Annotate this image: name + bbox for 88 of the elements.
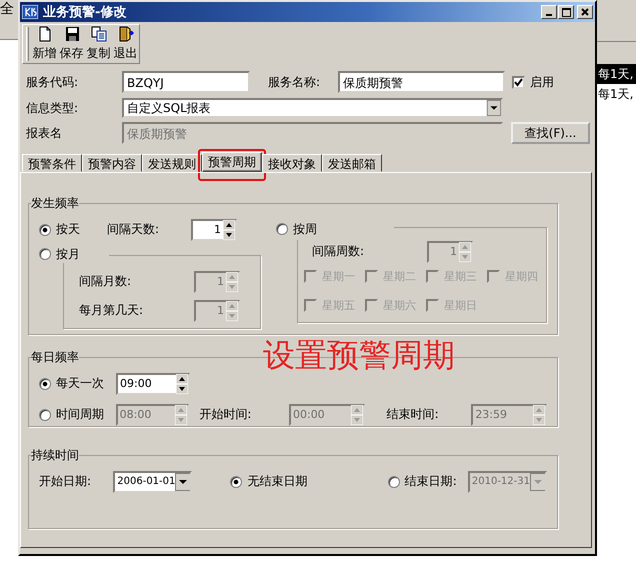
dropdown-field[interactable]: 自定义SQL报表 (122, 98, 503, 118)
down-arrow-icon (226, 310, 238, 320)
tab[interactable]: 接收对象 (262, 154, 322, 172)
minimize-button[interactable] (541, 5, 557, 19)
find-button[interactable]: 查找(F)... (511, 122, 590, 144)
radio-button[interactable] (39, 224, 51, 236)
checkbox-label: 启用 (530, 74, 554, 90)
up-arrow-icon (459, 242, 471, 252)
field-label: 间隔周数: (312, 243, 366, 260)
close-icon (581, 8, 589, 16)
down-arrow-icon (350, 414, 363, 424)
radio-button[interactable] (276, 223, 288, 235)
down-arrow-icon (176, 384, 188, 394)
radio-label: 按天 (56, 221, 80, 238)
dropdown-arrow-icon (175, 472, 190, 490)
tab[interactable]: 预警周期 (202, 152, 262, 172)
text-field: 保质期预警 (122, 122, 503, 144)
spin-field[interactable]: 1 (191, 218, 237, 240)
radio-label: 每天一次 (56, 375, 104, 392)
radio-button[interactable] (39, 378, 51, 390)
checkbox-label: 星期一 (322, 269, 355, 284)
radio-label: 时间周期 (56, 406, 104, 423)
checkbox-label: 星期二 (383, 269, 416, 284)
toolbar-button[interactable]: 复制 (85, 26, 112, 62)
tab[interactable]: 发送邮箱 (322, 154, 382, 172)
up-arrow-icon (350, 404, 363, 414)
group-title: 持续时间 (31, 447, 79, 464)
tab[interactable]: 发送规则 (142, 154, 202, 172)
list-row[interactable]: 每1天, (597, 64, 636, 84)
radio-label: 结束日期: (404, 473, 457, 490)
toolbar-button[interactable]: 保存 (58, 26, 85, 62)
annotation-text: 设置预警周期 (263, 335, 455, 375)
maximize-button[interactable] (558, 5, 574, 19)
tab[interactable]: 预警条件 (22, 154, 82, 172)
list-row[interactable]: 每1天, (597, 84, 636, 104)
checkbox-label: 星期三 (444, 269, 477, 284)
field-label: 结束时间: (386, 406, 440, 423)
down-arrow-icon (459, 252, 471, 262)
field-label: 信息类型: (26, 100, 80, 116)
toolbar-grip (26, 27, 29, 61)
text-field[interactable]: 保质期预警 (338, 71, 505, 93)
checkbox[interactable] (512, 76, 525, 88)
group-title: 发生频率 (31, 195, 79, 212)
down-arrow-icon (223, 230, 235, 240)
field-label: 服务名称: (268, 74, 322, 90)
checkmark-icon (514, 78, 523, 86)
field-label: 服务代码: (26, 74, 80, 90)
field-label: 开始日期: (39, 473, 92, 490)
maximize-icon (562, 8, 570, 16)
checkbox-label: 星期六 (383, 298, 416, 313)
up-arrow-icon (223, 220, 235, 230)
down-arrow-icon (533, 414, 545, 424)
down-arrow-icon (175, 414, 188, 424)
window-title: 业务预警-修改 (43, 4, 128, 21)
up-arrow-icon (226, 272, 238, 282)
toolbar-button[interactable]: 新增 (31, 26, 58, 62)
radio-button[interactable] (39, 248, 51, 260)
checkbox-label: 星期日 (444, 298, 477, 313)
field-label: 报表名 (26, 124, 63, 142)
corner-label: 全 (0, 0, 15, 18)
group-title: 每日频率 (31, 349, 79, 366)
door-arrow-icon (118, 26, 134, 42)
tab[interactable]: 预警内容 (82, 154, 142, 172)
down-arrow-icon (226, 282, 238, 292)
up-arrow-icon (176, 374, 188, 384)
app-logo-icon (22, 5, 38, 19)
field-label: 开始时间: (199, 406, 252, 423)
dropdown-field[interactable]: 2006-01-01 (113, 470, 192, 492)
checkbox-label: 星期五 (322, 298, 355, 313)
radio-label: 按周 (293, 220, 317, 238)
radio-label: 按月 (56, 246, 80, 262)
dropdown-arrow-icon (530, 472, 545, 490)
field-label: 间隔天数: (107, 221, 160, 238)
toolbar-button[interactable]: 退出 (112, 26, 139, 62)
radio-button[interactable] (230, 476, 242, 488)
field-label: 每月第几天: (79, 302, 144, 319)
radio-button[interactable] (39, 408, 51, 420)
dropdown-arrow-icon (486, 100, 501, 116)
spin-field[interactable]: 09:00 (116, 372, 190, 394)
checkbox-label: 星期四 (505, 269, 538, 284)
text-field[interactable]: BZQYJ (122, 71, 250, 93)
field-label: 间隔月数: (79, 273, 132, 290)
up-arrow-icon (533, 404, 545, 414)
close-button[interactable] (577, 5, 593, 19)
radio-button[interactable] (388, 476, 400, 488)
up-arrow-icon (175, 404, 188, 414)
radio-label: 无结束日期 (247, 473, 308, 490)
up-arrow-icon (226, 300, 238, 310)
